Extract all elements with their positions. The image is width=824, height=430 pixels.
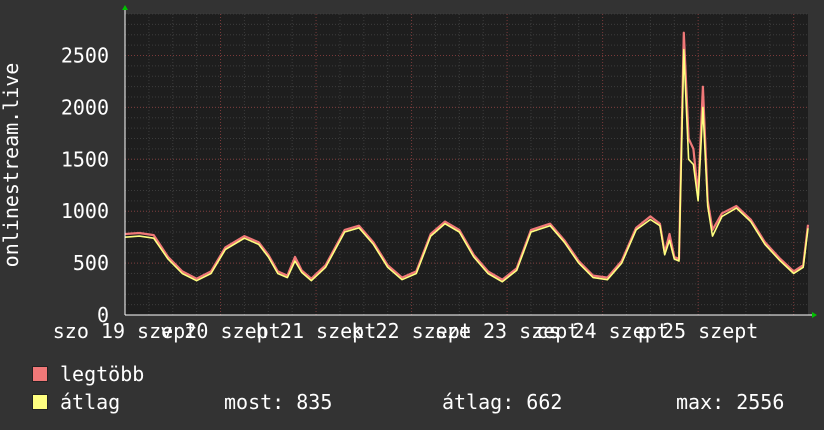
- line-chart: 05001000150020002500szo 19 szeptv 20 sze…: [0, 5, 817, 343]
- y-tick-label: 500: [73, 251, 109, 275]
- y-axis-label: onlinestream.live: [0, 63, 23, 268]
- x-tick-label: p 25 szept: [638, 319, 758, 343]
- y-tick-label: 2500: [61, 44, 109, 68]
- y-tick-label: 1000: [61, 199, 109, 223]
- y-tick-label: 1500: [61, 147, 109, 171]
- x-axis-arrow: [812, 312, 817, 318]
- y-axis-arrow: [122, 5, 128, 10]
- y-tick-label: 2000: [61, 95, 109, 119]
